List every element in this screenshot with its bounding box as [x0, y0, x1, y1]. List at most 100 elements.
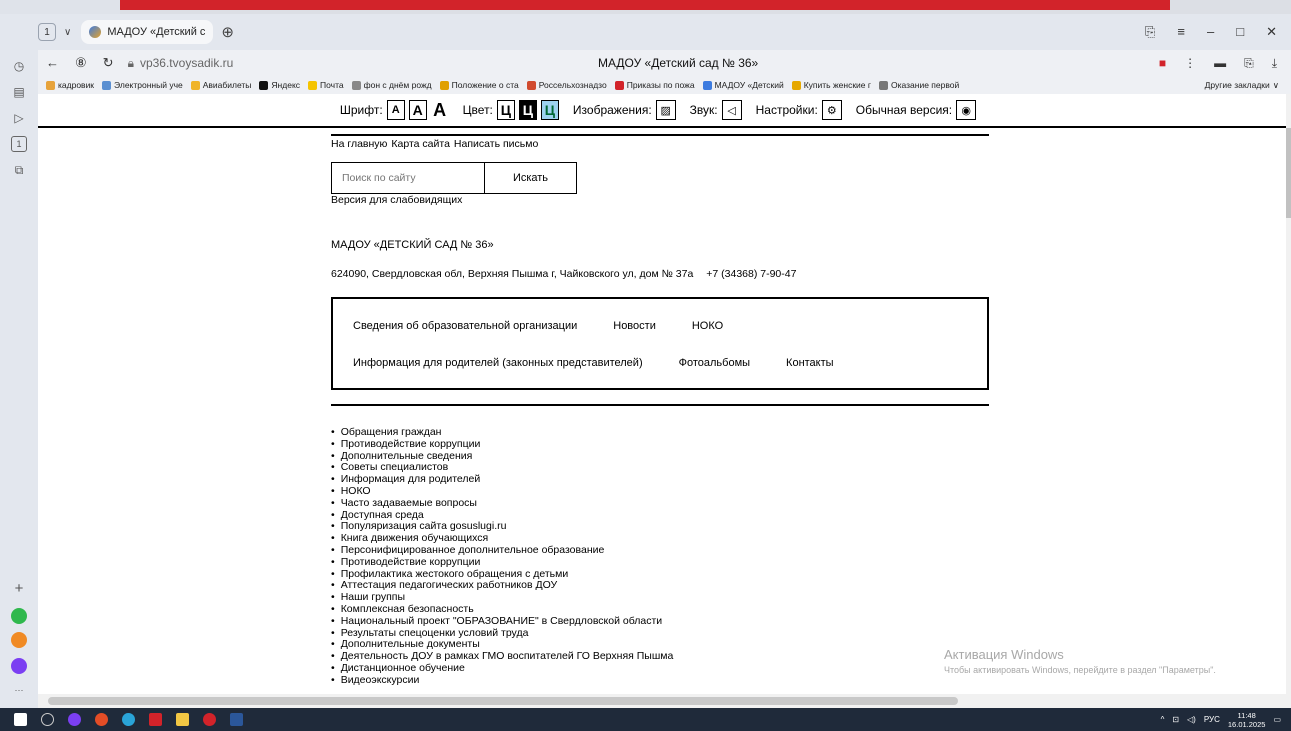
bookmark-item[interactable]: Почта [308, 80, 344, 90]
color-blue-button[interactable]: Ц [540, 100, 559, 120]
settings-group: Настройки: ⚙ [756, 100, 842, 120]
bookmark-item[interactable]: кадровик [46, 80, 94, 90]
menu-item-noko[interactable]: НОКО [692, 320, 723, 332]
page-title: МАДОУ «Детский сад № 36» [598, 56, 759, 70]
whatsapp-icon[interactable] [11, 608, 27, 624]
minimize-icon[interactable]: – [1207, 24, 1214, 40]
back-icon[interactable]: ← [46, 55, 59, 71]
volume-icon[interactable]: ◁) [1187, 715, 1196, 724]
menu-item-org-info[interactable]: Сведения об образовательной организации [353, 320, 577, 332]
chrome-icon[interactable] [95, 713, 108, 726]
notes-icon[interactable]: ▤ [11, 84, 27, 100]
bookmark-item[interactable]: Положение о ста [439, 80, 519, 90]
clock[interactable]: 11:48 16.01.2025 [1228, 711, 1266, 729]
home-link[interactable]: На главную [331, 138, 387, 150]
app-icon[interactable] [149, 713, 162, 726]
maximize-icon[interactable]: □ [1236, 24, 1244, 40]
list-item[interactable]: Информация для родителей [331, 473, 673, 486]
sitemap-link[interactable]: Карта сайта [391, 138, 450, 150]
bookmark-item[interactable]: Авиабилеты [190, 80, 251, 90]
more-icon[interactable]: ··· [11, 682, 27, 698]
reader-icon[interactable]: ▬ [1214, 56, 1226, 71]
font-medium-button[interactable]: А [408, 100, 427, 120]
bookmark-item[interactable]: Россельхознадзо [526, 80, 607, 90]
close-icon[interactable]: ✕ [1266, 24, 1277, 40]
search-button[interactable]: Искать [485, 162, 577, 194]
menu-item-photos[interactable]: Фотоальбомы [679, 357, 750, 369]
reload-icon[interactable]: ↻ [103, 55, 114, 71]
language-indicator[interactable]: РУС [1204, 715, 1220, 724]
color-black-button[interactable]: Ц [518, 100, 537, 120]
word-icon[interactable] [230, 713, 243, 726]
list-item[interactable]: Противодействие коррупции [331, 556, 673, 569]
protect-icon[interactable]: ⑧ [75, 55, 87, 71]
side-menu-list: Обращения граждан Противодействие корруп… [331, 426, 674, 687]
menu-item-news[interactable]: Новости [613, 320, 656, 332]
bookmark-item[interactable]: Приказы по пожа [614, 80, 695, 90]
url-field[interactable]: 🔒︎ vp36.tvoysadik.ru [128, 56, 234, 71]
list-item[interactable]: Дистанционное обучение [331, 662, 673, 675]
eye-icon[interactable]: ◉ [956, 100, 977, 120]
list-item[interactable]: Видеоэкскурсии [331, 674, 673, 687]
font-large-button[interactable]: А [431, 100, 449, 120]
explorer-icon[interactable] [176, 713, 189, 726]
other-bookmarks[interactable]: Другие закладки ∨ [1205, 80, 1279, 91]
notifications-icon[interactable]: ▭ [1273, 715, 1281, 724]
chevron-up-icon[interactable]: ^ [1161, 715, 1165, 724]
add-panel-icon[interactable]: + [11, 580, 27, 597]
bookmark-label: кадровик [58, 80, 95, 90]
windows-start-icon[interactable] [14, 713, 27, 726]
bookmarks-bar: кадровик Электронный уче Авиабилеты Янде… [38, 76, 1291, 94]
chevron-down-icon[interactable]: ∨ [64, 27, 71, 38]
menu-item-contacts[interactable]: Контакты [786, 357, 834, 369]
alice-taskbar-icon[interactable] [68, 713, 81, 726]
new-tab-icon[interactable]: ⊕ [221, 23, 234, 41]
bookmark-item[interactable]: Купить женские г [791, 80, 871, 90]
font-small-button[interactable]: А [386, 100, 405, 120]
bookmark-item[interactable]: Оказание первой [878, 80, 959, 90]
menu-item-parents[interactable]: Информация для родителей (законных предс… [353, 357, 643, 369]
list-item[interactable]: Персонифицированное дополнительное образ… [331, 544, 673, 557]
bookmark-item[interactable]: фон с днём рожд [351, 80, 432, 90]
speaker-icon[interactable]: ◁ [721, 100, 742, 120]
color-white-button[interactable]: Ц [496, 100, 515, 120]
low-vision-link[interactable]: Версия для слабовидящих [331, 194, 462, 206]
tab-active[interactable]: МАДОУ «Детский сад × [81, 20, 214, 44]
kebab-icon[interactable]: ⋮ [1184, 56, 1196, 71]
list-item[interactable]: НОКО [331, 485, 673, 498]
screenshot-icon[interactable]: ⧉ [11, 162, 27, 178]
write-letter-link[interactable]: Написать письмо [454, 138, 538, 150]
yandex-browser-icon[interactable] [203, 713, 216, 726]
tab-counter[interactable]: 1 [38, 23, 56, 41]
list-item[interactable]: Комплексная безопасность [331, 603, 673, 616]
scroll-thumb[interactable] [48, 697, 958, 705]
edge-icon[interactable] [122, 713, 135, 726]
alice-icon[interactable] [11, 658, 27, 674]
bookmark-item[interactable]: Электронный уче [102, 80, 183, 90]
share-icon[interactable]: ⎘ [1244, 56, 1254, 71]
scroll-thumb[interactable] [1286, 128, 1291, 218]
extensions-icon[interactable]: ⎘ [1145, 24, 1155, 40]
sound-group: Звук: ◁ [690, 100, 742, 120]
bookmark-item[interactable]: Яндекс [259, 80, 300, 90]
horizontal-scrollbar[interactable] [38, 694, 1291, 708]
history-icon[interactable]: ◷ [11, 58, 27, 74]
tab-group-icon[interactable]: 1 [11, 136, 27, 152]
gear-icon[interactable]: ⚙ [821, 100, 842, 120]
list-item[interactable]: Национальный проект "ОБРАЗОВАНИЕ" в Свер… [331, 615, 673, 628]
download-icon[interactable]: ⤓ [1272, 56, 1277, 71]
bookmark-icon[interactable]: ■ [1159, 56, 1166, 71]
search-icon[interactable] [41, 713, 54, 726]
search-input[interactable] [331, 162, 485, 194]
bookmark-item[interactable]: МАДОУ «Детский [702, 80, 784, 90]
menu-icon[interactable]: ≡ [1177, 24, 1185, 40]
play-icon[interactable]: ▷ [11, 110, 27, 126]
list-item[interactable]: Противодействие коррупции [331, 438, 673, 451]
url-text: vp36.tvoysadik.ru [139, 56, 234, 70]
list-item[interactable]: Часто задаваемые вопросы [331, 497, 673, 510]
images-group: Изображения: ▨ [573, 100, 676, 120]
network-icon[interactable]: ⊡ [1172, 715, 1179, 724]
messenger-icon[interactable] [11, 632, 27, 648]
vertical-scrollbar[interactable] [1286, 94, 1291, 694]
image-icon[interactable]: ▨ [655, 100, 676, 120]
